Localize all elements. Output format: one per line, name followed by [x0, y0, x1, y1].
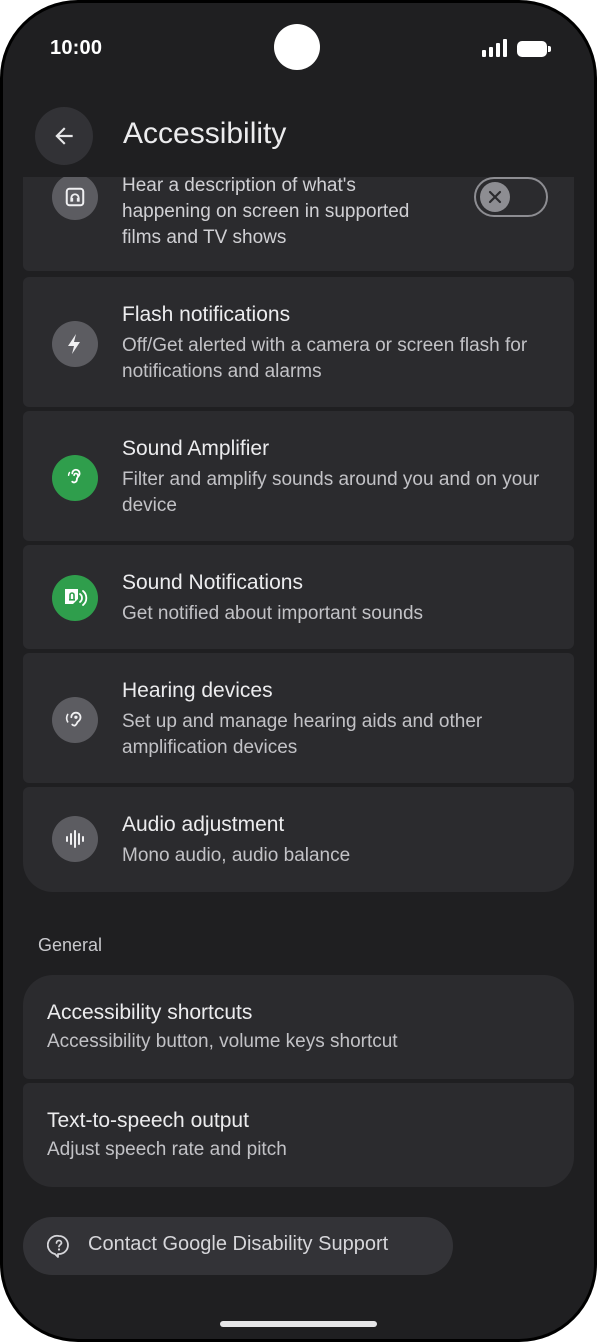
- help-circle-icon: [47, 1234, 69, 1258]
- list-item-sound-amplifier[interactable]: Sound Amplifier Filter and amplify sound…: [23, 411, 574, 541]
- list-item-sound-notifications[interactable]: Sound Notifications Get notified about i…: [23, 545, 574, 649]
- list-item-audio-description[interactable]: Hear a description of what's happening o…: [23, 174, 574, 271]
- sound-notification-icon: [52, 575, 98, 621]
- ear-amplifier-icon: [52, 455, 98, 501]
- audio-adjustment-subtitle: Mono audio, audio balance: [122, 845, 351, 866]
- signal-icon: [482, 39, 507, 57]
- list-item-accessibility-shortcuts[interactable]: Accessibility shortcuts Accessibility bu…: [23, 975, 574, 1079]
- text-to-speech-title: Text-to-speech output: [47, 1109, 249, 1132]
- back-button[interactable]: [35, 107, 93, 165]
- sound-amplifier-title: Sound Amplifier: [122, 437, 270, 460]
- accessibility-shortcuts-title: Accessibility shortcuts: [47, 1001, 253, 1024]
- hearing-devices-subtitle: Set up and manage hearing aids and other…: [122, 711, 483, 758]
- contact-support-label: Contact Google Disability Support: [88, 1233, 389, 1255]
- phone-frame: 10:00 Accessibility Hear a description o…: [0, 0, 597, 1342]
- audio-description-subtitle: Hear a description of what's happening o…: [122, 175, 410, 248]
- home-indicator[interactable]: [220, 1321, 377, 1327]
- audio-adjustment-title: Audio adjustment: [122, 813, 285, 836]
- audio-description-icon: [52, 174, 98, 220]
- section-header-general: General: [38, 935, 103, 955]
- text-to-speech-subtitle: Adjust speech rate and pitch: [47, 1139, 287, 1160]
- top-app-bar: Accessibility: [3, 103, 594, 177]
- toggle-off-icon: [480, 182, 510, 212]
- list-item-text-to-speech[interactable]: Text-to-speech output Adjust speech rate…: [23, 1083, 574, 1187]
- sound-amplifier-subtitle: Filter and amplify sounds around you and…: [122, 469, 540, 516]
- audio-description-toggle[interactable]: [474, 177, 548, 217]
- list-item-audio-adjustment[interactable]: Audio adjustment Mono audio, audio balan…: [23, 787, 574, 892]
- list-item-flash-notifications[interactable]: Flash notifications Off/Get alerted with…: [23, 277, 574, 407]
- hearing-aid-icon: [52, 697, 98, 743]
- screen: 10:00 Accessibility Hear a description o…: [3, 3, 594, 1339]
- status-time: 10:00: [50, 37, 103, 59]
- sound-notifications-subtitle: Get notified about important sounds: [122, 603, 424, 624]
- status-bar: 10:00: [3, 3, 594, 99]
- audio-wave-icon: [52, 816, 98, 862]
- arrow-left-icon: [55, 127, 73, 145]
- sound-notifications-title: Sound Notifications: [122, 571, 303, 594]
- flash-notifications-title: Flash notifications: [122, 303, 291, 326]
- page-title: Accessibility: [123, 117, 287, 150]
- battery-icon: [517, 41, 551, 57]
- status-icons: [482, 39, 551, 57]
- contact-support-button[interactable]: Contact Google Disability Support: [23, 1217, 453, 1275]
- flash-notifications-subtitle: Off/Get alerted with a camera or screen …: [122, 335, 528, 382]
- accessibility-shortcuts-subtitle: Accessibility button, volume keys shortc…: [47, 1031, 398, 1052]
- camera-cutout: [274, 24, 320, 70]
- list-item-hearing-devices[interactable]: Hearing devices Set up and manage hearin…: [23, 653, 574, 783]
- hearing-devices-title: Hearing devices: [122, 679, 273, 702]
- flash-icon: [52, 321, 98, 367]
